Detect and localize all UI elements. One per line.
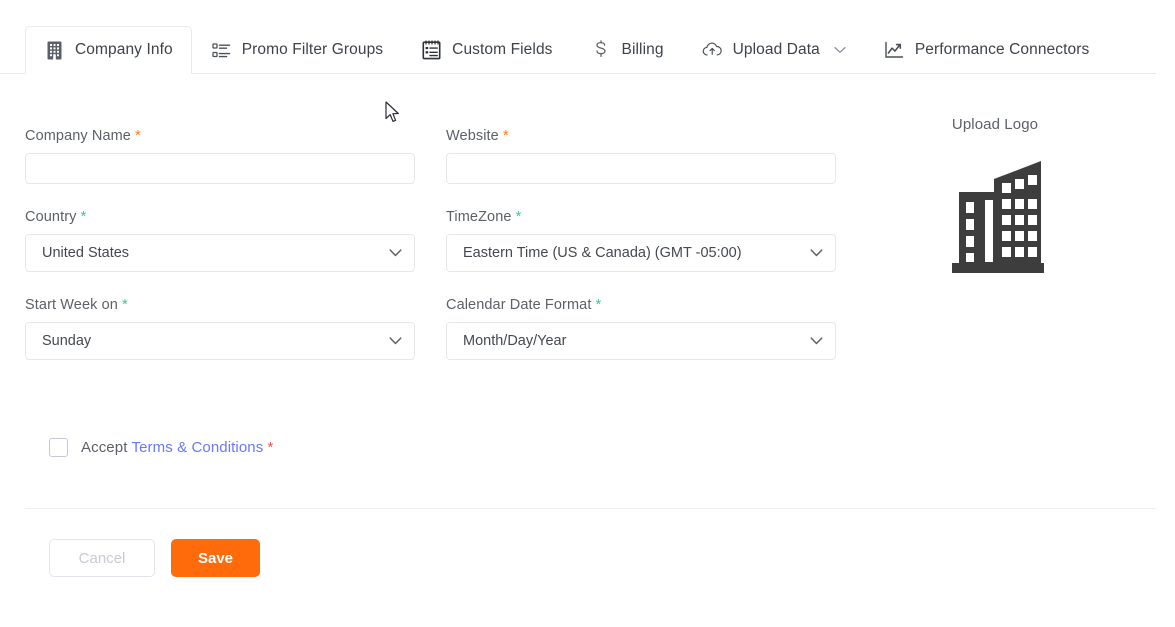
form-row-3: Start Week on * Sunday Calendar Date For… xyxy=(25,297,870,385)
required-asterisk: * xyxy=(595,297,602,313)
tab-company-info[interactable]: Company Info xyxy=(25,26,192,74)
required-asterisk: * xyxy=(502,128,509,144)
mouse-cursor xyxy=(385,101,401,129)
list-icon xyxy=(211,40,232,61)
website-label: Website * xyxy=(446,128,509,144)
tab-label: Performance Connectors xyxy=(914,41,1090,58)
country-select[interactable]: United States xyxy=(25,234,415,272)
start-week-on-select[interactable]: Sunday xyxy=(25,322,415,360)
building-icon xyxy=(44,40,65,61)
company-info-form: Company Name * Website * Country * Unite… xyxy=(25,128,870,385)
field-country: Country * United States xyxy=(25,209,415,272)
accept-terms-checkbox[interactable] xyxy=(49,438,68,457)
required-asterisk: * xyxy=(267,440,274,456)
tab-upload-data[interactable]: Upload Data xyxy=(683,26,865,73)
form-actions: Cancel Save xyxy=(49,539,260,577)
accept-terms-row: Accept Terms & Conditions * xyxy=(49,438,273,457)
field-company-name: Company Name * xyxy=(25,128,415,184)
field-timezone: TimeZone * Eastern Time (US & Canada) (G… xyxy=(446,209,836,272)
tab-label: Upload Data xyxy=(732,41,820,58)
required-asterisk: * xyxy=(135,128,141,144)
chevron-down-icon xyxy=(834,46,846,54)
required-asterisk: * xyxy=(515,209,522,225)
save-button[interactable]: Save xyxy=(171,539,260,577)
company-name-input[interactable] xyxy=(25,153,415,184)
office-building-illustration-icon[interactable] xyxy=(900,145,1090,277)
tab-performance-connectors[interactable]: Performance Connectors xyxy=(865,26,1109,73)
tab-label: Company Info xyxy=(75,41,173,58)
accept-terms-text: Accept Terms & Conditions * xyxy=(81,439,273,456)
timezone-select[interactable]: Eastern Time (US & Canada) (GMT -05:00) xyxy=(446,234,836,272)
tab-label: Promo Filter Groups xyxy=(241,41,384,58)
cancel-button[interactable]: Cancel xyxy=(49,539,155,577)
upload-logo-area[interactable]: Upload Logo xyxy=(900,116,1090,277)
required-asterisk: * xyxy=(80,209,87,225)
field-website: Website * xyxy=(446,128,836,184)
terms-and-conditions-link[interactable]: Terms & Conditions xyxy=(131,439,263,456)
field-calendar-date-format: Calendar Date Format * Month/Day/Year xyxy=(446,297,836,360)
footer-divider xyxy=(25,508,1156,509)
company-name-label: Company Name * xyxy=(25,128,141,144)
website-input[interactable] xyxy=(446,153,836,184)
country-label: Country * xyxy=(25,209,87,225)
tab-label: Billing xyxy=(621,41,664,58)
field-start-week-on: Start Week on * Sunday xyxy=(25,297,415,360)
form-row-1: Company Name * Website * xyxy=(25,128,870,209)
required-asterisk: * xyxy=(122,297,128,313)
tab-billing[interactable]: Billing xyxy=(572,26,683,73)
clipboard-icon xyxy=(421,40,442,61)
cloud-upload-icon xyxy=(702,40,723,61)
upload-logo-label: Upload Logo xyxy=(951,116,1039,133)
tab-label: Custom Fields xyxy=(452,41,553,58)
line-chart-icon xyxy=(884,40,905,61)
calendar-date-format-select[interactable]: Month/Day/Year xyxy=(446,322,836,360)
settings-tab-bar: Company Info Promo Filter Groups Custom … xyxy=(0,26,1156,74)
dollar-icon xyxy=(591,39,612,61)
company-info-page: Company Info Promo Filter Groups Custom … xyxy=(0,0,1175,627)
tab-promo-filter-groups[interactable]: Promo Filter Groups xyxy=(192,26,402,73)
timezone-label: TimeZone * xyxy=(446,209,522,225)
tab-custom-fields[interactable]: Custom Fields xyxy=(402,26,571,73)
accept-terms-prefix: Accept xyxy=(81,439,128,456)
start-week-on-label: Start Week on * xyxy=(25,297,128,313)
calendar-date-format-label: Calendar Date Format * xyxy=(446,297,602,313)
form-row-2: Country * United States TimeZone * Easte… xyxy=(25,209,870,297)
